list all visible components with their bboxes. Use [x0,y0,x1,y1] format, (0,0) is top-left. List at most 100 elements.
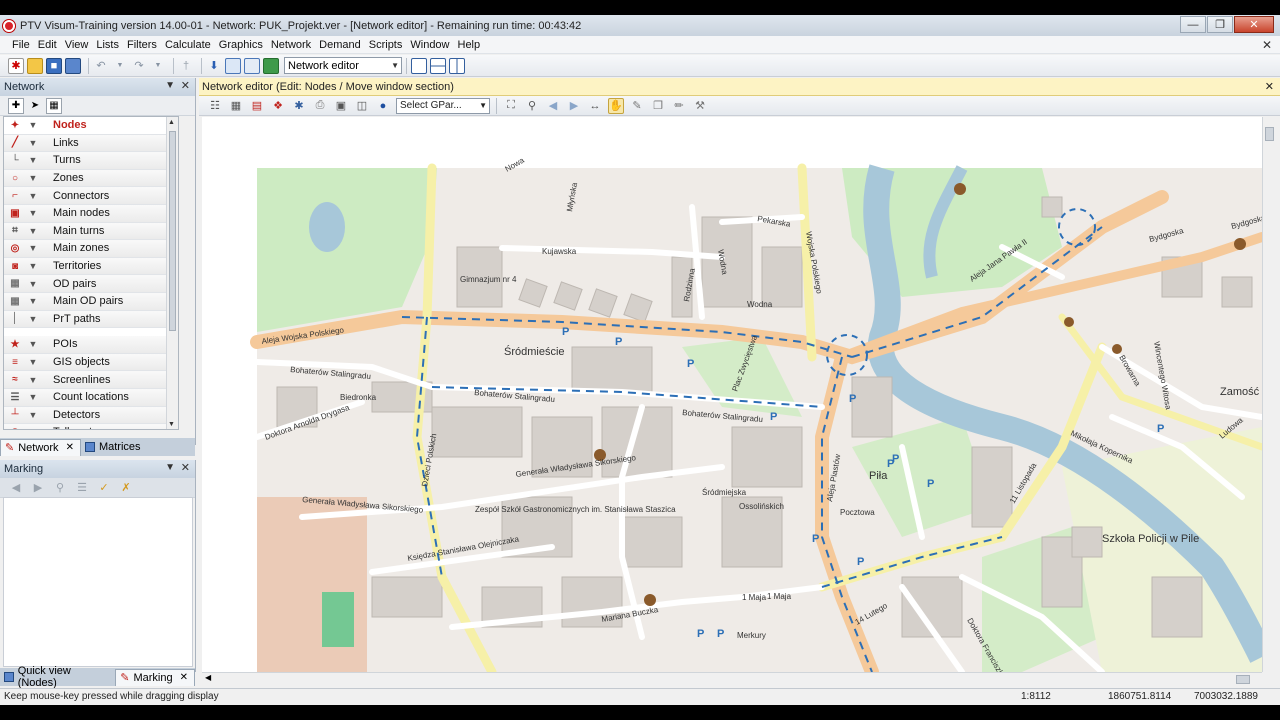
menu-help[interactable]: Help [454,39,485,51]
copy-view-icon[interactable]: ❐ [650,98,666,114]
filter-icon[interactable]: ▼ [26,426,40,429]
filter-icon[interactable]: ▼ [26,172,40,184]
minimize-button[interactable]: — [1180,16,1206,33]
menu-network[interactable]: Network [267,39,315,51]
tab-matrices[interactable]: Matrices [81,439,147,456]
window-single-icon[interactable] [411,57,427,74]
tab-network[interactable]: ✎ Network ✕ [0,438,81,456]
mdi-close-icon[interactable]: ✕ [1262,38,1272,52]
filter-icon[interactable]: ▼ [26,313,40,325]
next-marked-icon[interactable]: ▶ [30,480,46,496]
network-object-screenlines[interactable]: ≈ ▼ Screenlines [4,371,178,389]
network-object-nodes[interactable]: ✦ ▼ Nodes [4,117,178,135]
filter-icon[interactable]: ▼ [26,260,40,272]
menu-lists[interactable]: Lists [92,39,123,51]
network-list-scrollbar[interactable]: ▲ ▼ [166,117,178,429]
menu-file[interactable]: File [8,39,34,51]
filter-marked-icon[interactable]: ☰ [74,480,90,496]
filter-icon[interactable]: ▼ [26,374,40,386]
filter-icon[interactable]: ▼ [26,391,40,403]
table-icon[interactable]: ▦ [228,98,244,114]
filter-icon[interactable]: ▼ [26,295,40,307]
menu-calculate[interactable]: Calculate [161,39,215,51]
maximize-button[interactable]: ❐ [1207,16,1233,33]
list-icon[interactable] [225,57,241,74]
edit-view-icon[interactable]: ✏ [671,98,687,114]
insert-mode-icon[interactable]: ✚ [8,97,24,114]
menu-edit[interactable]: Edit [34,39,61,51]
measure-icon[interactable]: ✎ [629,98,645,114]
filter-icon[interactable]: ▼ [26,242,40,254]
scroll-up-icon[interactable]: ▲ [168,119,175,126]
menu-view[interactable]: View [61,39,93,51]
previous-view-icon[interactable]: ◀ [545,98,561,114]
scroll-left-icon[interactable]: ◀ [205,673,211,682]
scroll-thumb[interactable] [1236,675,1250,684]
window-horizontal-icon[interactable] [430,57,446,74]
gpar-select[interactable]: Select GPar... ▼ [396,97,490,114]
remove-marking-icon[interactable]: ✗ [118,480,134,496]
filter-icon[interactable]: ❖ [270,98,286,114]
menu-scripts[interactable]: Scripts [365,39,407,51]
filter-icon[interactable]: ▼ [26,137,40,149]
map-horizontal-scrollbar[interactable]: ◀ [202,672,1262,686]
edit-mode-icon[interactable]: ➤ [27,98,43,114]
network-object-gis-objects[interactable]: ≡ ▼ GIS objects [4,353,178,372]
zoom-marked-icon[interactable]: ⚲ [52,480,68,496]
redo-dropdown-icon[interactable]: ▼ [150,58,166,74]
pan-horizontal-icon[interactable]: ↔ [587,98,603,114]
hand-pan-icon[interactable]: ✋ [608,97,624,114]
tab-marking[interactable]: ✎ Marking ✕ [115,668,195,686]
network-object-pois[interactable]: ★ ▼ POIs [4,336,178,354]
network-object-territories[interactable]: ◙ ▼ Territories [4,257,178,276]
network-object-toll-systems[interactable]: ◉ ▼ Toll systems [4,424,178,429]
network-object-links[interactable]: ╱ ▼ Links [4,134,178,153]
graphic-params-icon[interactable] [244,57,260,74]
network-object-connectors[interactable]: ⌐ ▼ Connectors [4,187,178,205]
network-object-count-locations[interactable]: ☰ ▼ Count locations [4,388,178,407]
close-icon[interactable]: ✕ [66,442,74,453]
filter-icon[interactable]: ▼ [26,207,40,219]
background-icon[interactable]: ◫ [354,98,370,114]
map-vertical-scrollbar[interactable] [1262,117,1276,672]
add-marking-icon[interactable]: ✓ [96,480,112,496]
filter-icon[interactable]: ▼ [26,119,40,131]
globe-icon[interactable]: ● [375,98,391,114]
close-icon[interactable]: ✕ [180,672,188,683]
close-icon[interactable]: ✕ [181,79,190,92]
open-folder-icon[interactable] [27,57,43,74]
pin-icon[interactable]: ▼ [165,462,175,473]
scroll-down-icon[interactable]: ▼ [168,421,175,428]
network-object-main-nodes[interactable]: ▣ ▼ Main nodes [4,204,178,223]
network-map-canvas[interactable]: P P P P P P P P P P P P P Aleja Wojska P… [202,117,1262,672]
filter-icon[interactable]: ▼ [26,190,40,202]
close-button[interactable]: ✕ [1234,16,1274,33]
legend-icon[interactable]: ▤ [249,98,265,114]
flow-bundle-icon[interactable]: ✱ [291,98,307,114]
spatial-selection-icon[interactable]: ▦ [46,97,62,114]
filter-icon[interactable]: ▼ [26,154,40,166]
save-icon[interactable]: ■ [46,57,62,74]
zoom-in-icon[interactable]: ⚲ [524,98,540,114]
settings-icon[interactable]: ⚒ [692,98,708,114]
new-file-icon[interactable]: ✱ [8,57,24,74]
filter-icon[interactable]: ▼ [26,225,40,237]
menu-window[interactable]: Window [406,39,453,51]
undo-icon[interactable]: ↶ [93,58,109,74]
filter-icon[interactable]: ▼ [26,356,40,368]
close-icon[interactable]: ✕ [1265,80,1274,93]
editor-mode-select[interactable]: Network editor ▼ [284,57,402,74]
menu-graphics[interactable]: Graphics [215,39,267,51]
menu-demand[interactable]: Demand [315,39,365,51]
network-object-od-pairs[interactable]: ▦ ▼ OD pairs [4,275,178,293]
network-object-main-zones[interactable]: ◎ ▼ Main zones [4,240,178,258]
network-object-main-od-pairs[interactable]: ▦ ▼ Main OD pairs [4,292,178,311]
network-object-prt-paths[interactable]: │ ▼ PrT paths [4,310,178,329]
graphic-tools-icon[interactable]: ☷ [207,98,223,114]
network-object-turns[interactable]: └ ▼ Turns [4,152,178,170]
filter-icon[interactable]: ▼ [26,338,40,350]
close-icon[interactable]: ✕ [181,461,190,474]
filter-icon[interactable]: ▼ [26,409,40,421]
undo-dropdown-icon[interactable]: ▼ [112,58,128,74]
menu-filters[interactable]: Filters [123,39,161,51]
